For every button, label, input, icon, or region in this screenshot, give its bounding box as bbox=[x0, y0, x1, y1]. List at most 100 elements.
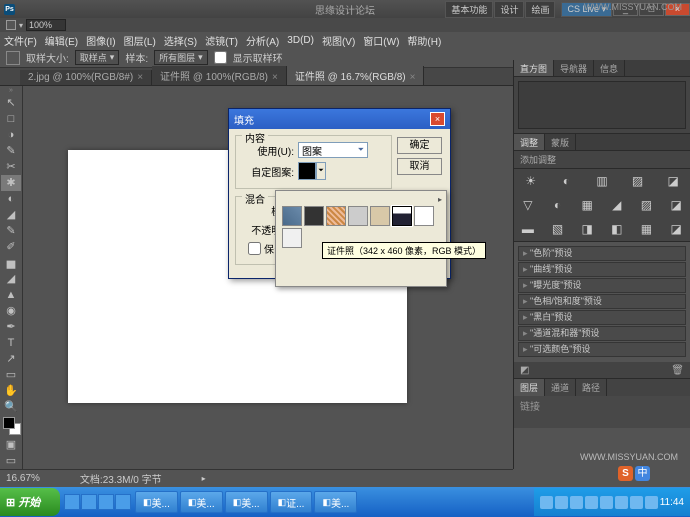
path-tool[interactable]: ↗ bbox=[1, 351, 21, 367]
foreground-color[interactable] bbox=[3, 417, 15, 429]
photo-filter-icon[interactable]: ◢ bbox=[609, 197, 625, 213]
layers-tab[interactable]: 图层 bbox=[514, 379, 545, 396]
trash-icon[interactable]: 🗑 bbox=[671, 365, 684, 376]
move-tool[interactable]: ↖ bbox=[1, 95, 21, 111]
workspace-dd-paint[interactable]: 绘画 bbox=[525, 1, 555, 18]
info-tab[interactable]: 信息 bbox=[594, 60, 625, 76]
use-dropdown[interactable]: 图案 bbox=[298, 142, 368, 158]
pattern-item-selected[interactable] bbox=[392, 206, 412, 226]
pattern-flyout-icon[interactable]: ⏷ bbox=[316, 162, 326, 180]
tray-icon[interactable] bbox=[645, 496, 658, 509]
gradient-tool[interactable]: ◢ bbox=[1, 271, 21, 287]
lasso-tool[interactable]: ◑ bbox=[1, 127, 21, 143]
threshold-icon[interactable]: ◨ bbox=[579, 221, 595, 237]
menu-layer[interactable]: 图层(L) bbox=[124, 33, 156, 48]
pattern-item[interactable] bbox=[304, 206, 324, 226]
menu-help[interactable]: 帮助(H) bbox=[407, 33, 441, 48]
exposure-icon[interactable]: ▨ bbox=[630, 173, 646, 189]
zoom-level[interactable]: 16.67% bbox=[6, 473, 40, 484]
ime-s-icon[interactable]: S bbox=[618, 466, 633, 481]
channels-tab[interactable]: 通道 bbox=[545, 379, 576, 396]
quicklaunch-icon[interactable] bbox=[81, 494, 97, 510]
pattern-item[interactable] bbox=[326, 206, 346, 226]
taskbar-app[interactable]: ◧ 美... bbox=[180, 491, 223, 513]
brightness-icon[interactable]: ☀ bbox=[523, 173, 539, 189]
curves-icon[interactable]: ▥ bbox=[594, 173, 610, 189]
vibrance-icon[interactable]: ◪ bbox=[665, 173, 681, 189]
menu-analysis[interactable]: 分析(A) bbox=[246, 33, 279, 48]
tab-close-icon[interactable]: × bbox=[410, 72, 416, 83]
doc-size[interactable]: 文档:23.3M/0 字节 bbox=[80, 471, 162, 486]
menu-view[interactable]: 视图(V) bbox=[322, 33, 355, 48]
taskbar-app[interactable]: ◧ 美... bbox=[225, 491, 268, 513]
preset-levels[interactable]: "色阶"预设 bbox=[518, 246, 686, 261]
pattern-item[interactable] bbox=[370, 206, 390, 226]
eyedropper-tool[interactable]: ✱ bbox=[1, 175, 21, 191]
pattern-item[interactable] bbox=[282, 206, 302, 226]
invert-icon[interactable]: ▬ bbox=[520, 221, 536, 237]
quicklaunch-icon[interactable] bbox=[115, 494, 131, 510]
zoom-input[interactable] bbox=[26, 19, 66, 31]
tray-icon[interactable] bbox=[570, 496, 583, 509]
channel-mix-icon[interactable]: ▨ bbox=[638, 197, 654, 213]
menu-image[interactable]: 图像(I) bbox=[86, 33, 115, 48]
preserve-trans-checkbox[interactable] bbox=[248, 242, 261, 255]
preset-bw[interactable]: "黑白"预设 bbox=[518, 310, 686, 325]
adj-ic-b5[interactable]: ◪ bbox=[668, 221, 684, 237]
menu-file[interactable]: 文件(F) bbox=[4, 33, 37, 48]
tray-icon[interactable] bbox=[540, 496, 553, 509]
wand-tool[interactable]: ✎ bbox=[1, 143, 21, 159]
shape-tool[interactable]: ▭ bbox=[1, 367, 21, 383]
preset-exposure[interactable]: "曝光度"预设 bbox=[518, 278, 686, 293]
adjustments-tab[interactable]: 调整 bbox=[514, 134, 545, 150]
menu-select[interactable]: 选择(S) bbox=[164, 33, 197, 48]
quicklaunch-icon[interactable] bbox=[64, 494, 80, 510]
preset-chanmix[interactable]: "通道混和器"预设 bbox=[518, 326, 686, 341]
selcolor-icon[interactable]: ▦ bbox=[638, 221, 654, 237]
taskbar-app[interactable]: ◧ 证... bbox=[270, 491, 313, 513]
pattern-item[interactable] bbox=[414, 206, 434, 226]
preset-selcolor[interactable]: "可选颜色"预设 bbox=[518, 342, 686, 357]
brush-tool[interactable]: ◢ bbox=[1, 207, 21, 223]
adj-ic-5[interactable]: ◪ bbox=[668, 197, 684, 213]
doc-tab-1[interactable]: 证件照 @ 100%(RGB/8)× bbox=[152, 66, 287, 85]
tab-close-icon[interactable]: × bbox=[137, 72, 143, 83]
clock[interactable]: 11:44 bbox=[660, 497, 684, 508]
hue-icon[interactable]: ▽ bbox=[520, 197, 536, 213]
toolbox-chevron-icon[interactable]: » bbox=[1, 87, 21, 95]
eyedropper-preset-icon[interactable] bbox=[6, 51, 20, 65]
cancel-button[interactable]: 取消 bbox=[397, 158, 442, 175]
hand-tool[interactable]: ✋ bbox=[1, 383, 21, 399]
quicklaunch-icon[interactable] bbox=[98, 494, 114, 510]
sample-size-dropdown[interactable]: 取样点 bbox=[75, 50, 120, 65]
levels-icon[interactable]: ◐ bbox=[558, 173, 574, 189]
workspace-dd-design[interactable]: 设计 bbox=[494, 1, 524, 18]
quickmask-tool[interactable]: ▣ bbox=[1, 437, 21, 453]
start-button[interactable]: 开始 bbox=[0, 488, 60, 516]
sample-dropdown[interactable]: 所有图层 bbox=[154, 50, 208, 65]
histogram-tab[interactable]: 直方图 bbox=[514, 60, 554, 76]
menu-edit[interactable]: 编辑(E) bbox=[45, 33, 78, 48]
bw-icon[interactable]: ▦ bbox=[579, 197, 595, 213]
dialog-close-icon[interactable]: × bbox=[430, 112, 445, 126]
stamp-tool[interactable]: ✎ bbox=[1, 223, 21, 239]
zoom-tool[interactable]: 🔍 bbox=[1, 399, 21, 415]
taskbar-app[interactable]: ◧ 美... bbox=[314, 491, 357, 513]
menu-filter[interactable]: 滤镜(T) bbox=[205, 33, 238, 48]
show-ring-checkbox[interactable] bbox=[214, 51, 227, 64]
preset-hue[interactable]: "色相/饱和度"预设 bbox=[518, 294, 686, 309]
dodge-tool[interactable]: ◉ bbox=[1, 303, 21, 319]
color-swatch[interactable] bbox=[3, 417, 21, 435]
pattern-swatch[interactable] bbox=[298, 162, 316, 180]
crop-tool[interactable]: ✂ bbox=[1, 159, 21, 175]
tray-icon[interactable] bbox=[585, 496, 598, 509]
taskbar-app[interactable]: ◧ 美... bbox=[135, 491, 178, 513]
type-tool[interactable]: T bbox=[1, 335, 21, 351]
marquee-tool[interactable]: □ bbox=[1, 111, 21, 127]
blur-tool[interactable]: ▲ bbox=[1, 287, 21, 303]
pen-tool[interactable]: ✒ bbox=[1, 319, 21, 335]
pattern-item[interactable] bbox=[348, 206, 368, 226]
poster-icon[interactable]: ▧ bbox=[549, 221, 565, 237]
tray-icon[interactable] bbox=[615, 496, 628, 509]
preset-curves[interactable]: "曲线"预设 bbox=[518, 262, 686, 277]
